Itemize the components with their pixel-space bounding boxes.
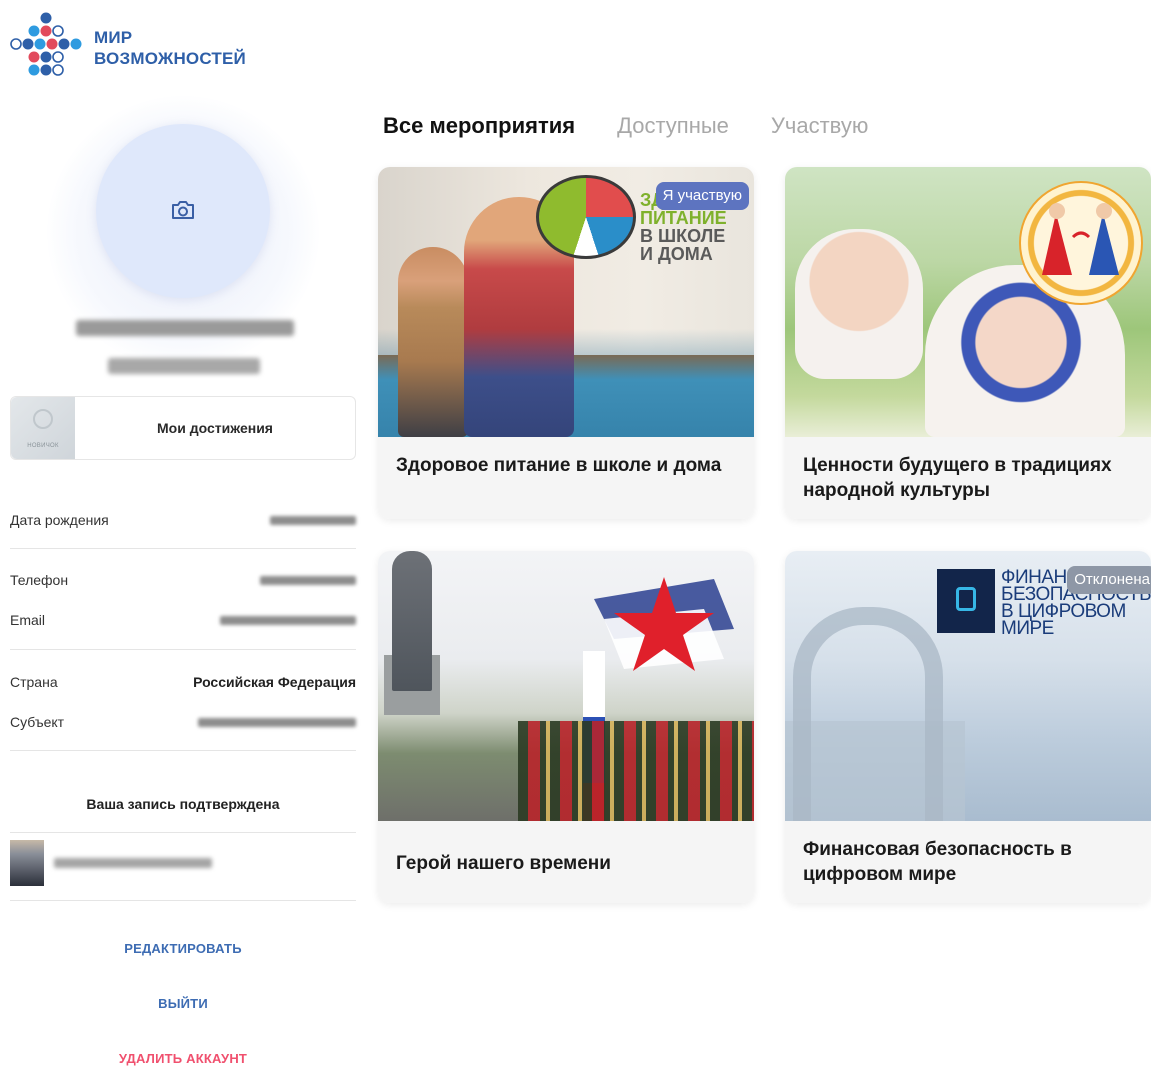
globe-apple-icon [536,175,636,259]
rank-badge-label: НОВИЧОК [27,443,59,449]
phone-label: Телефон [10,572,69,588]
birth-date-value-redacted [270,515,356,525]
event-image [378,551,754,851]
art-text-line: В ЦИФРОВОМ МИРЕ [1001,601,1126,639]
baby-figure [795,229,923,379]
event-card[interactable]: ФИНАНС БЕЗОПАСНОСТЬ В ЦИФРОВОМ МИРЕ Откл… [785,551,1151,903]
logo-dots-icon [10,12,82,76]
country-row: Страна Российская Федерация [10,674,356,690]
tab-all-events[interactable]: Все мероприятия [383,113,575,139]
confirmation-message: Ваша запись подтверждена [86,796,280,812]
padlock-shackle [793,607,943,821]
event-title: Здоровое питание в школе и дома [378,437,754,519]
brand-logo[interactable]: МИР ВОЗМОЖНОСТЕЙ [10,12,246,84]
events-tabs: Все мероприятия Доступные Участвую [383,113,910,139]
rank-badge: НОВИЧОК [11,397,75,459]
divider [10,900,356,901]
region-label: Субъект [10,714,65,730]
birth-date-label: Дата рождения [10,512,109,528]
brand-line-2: ВОЗМОЖНОСТЕЙ [94,49,246,68]
brand-name: МИР ВОЗМОЖНОСТЕЙ [94,27,246,69]
avatar-upload[interactable] [96,124,270,298]
event-card[interactable]: Ценности будущего в традициях народной к… [785,167,1151,519]
art-text-line: И ДОМА [640,244,713,264]
digital-lock-icon [937,569,995,633]
edit-profile-button[interactable]: РЕДАКТИРОВАТЬ [10,941,356,956]
phone-row: Телефон [10,572,356,588]
email-label: Email [10,612,46,628]
event-card[interactable]: ЗД ПИТАНИЕ В ШКОЛЕ И ДОМА Я участвую Здо… [378,167,754,519]
email-value-redacted [220,615,356,625]
art-text-line: В ШКОЛЕ [640,226,726,246]
mentor-name-redacted [54,858,212,868]
user-patronymic-redacted [108,358,260,374]
folk-emblem-icon [1019,181,1143,305]
divider [10,649,356,650]
user-full-name-redacted [76,320,294,336]
mentor-row [10,840,356,886]
country-value: Российская Федерация [193,674,356,690]
girl-figure [398,247,468,437]
divider [10,750,356,751]
crown-icon [33,409,53,429]
region-value-redacted [198,717,356,727]
divider [10,548,356,549]
achievements-button[interactable]: НОВИЧОК Мои достижения [10,396,356,460]
divider [10,832,356,833]
event-image [785,167,1151,437]
lock-icon [956,587,976,611]
status-badge-participating: Я участвую [655,182,749,210]
red-star-icon [594,577,734,671]
logout-button[interactable]: ВЫЙТИ [10,996,356,1011]
country-label: Страна [10,674,58,690]
art-text-line: ПИТАНИЕ [640,208,727,228]
monument-statue [392,551,432,691]
delete-account-button[interactable]: УДАЛИТЬ АККАУНТ [10,1051,356,1066]
birth-date-row: Дата рождения [10,512,356,528]
region-row: Субъект [10,714,356,730]
event-title: Финансовая безопасность в цифровом мире [785,821,1151,903]
phone-value-redacted [260,575,356,585]
event-title: Ценности будущего в традициях народной к… [785,437,1151,519]
email-row: Email [10,612,356,628]
camera-icon [172,201,194,219]
dancers-icon [1042,203,1119,275]
achievements-label: Мои достижения [157,420,273,436]
event-card[interactable]: Герой нашего времени [378,551,754,903]
event-title: Герой нашего времени [378,821,754,903]
brand-line-1: МИР [94,28,133,47]
mentor-avatar [10,840,44,886]
tab-participating[interactable]: Участвую [771,113,868,139]
honor-guard [518,721,754,821]
tab-available[interactable]: Доступные [617,113,729,139]
status-badge-rejected: Отклонена [1067,566,1151,594]
